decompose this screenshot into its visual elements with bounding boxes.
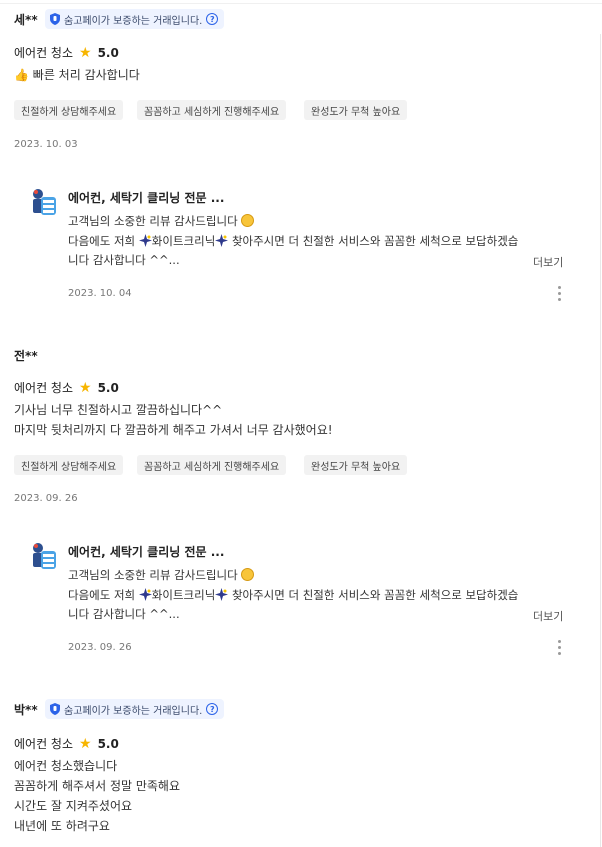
sparkle-icon [215, 233, 229, 247]
sparkle-icon [215, 587, 229, 601]
reply-text: 고객님의 소중한 리뷰 감사드립니다 다음에도 저희 화이트크리닉 찾아주시면 … [68, 566, 564, 625]
more-link[interactable]: 더보기 [533, 254, 563, 270]
reply-author: 에어컨, 세탁기 클리닝 전문 ... [68, 191, 225, 205]
payment-guarantee-badge[interactable]: 숨고페이가 보증하는 거래입니다. ? [45, 699, 225, 719]
more-link[interactable]: 더보기 [533, 608, 563, 624]
review-date: 2023. 09. 26 [14, 493, 78, 504]
reply-line: 니다 감사합니다 ^^... [68, 253, 180, 267]
review-text: 👍 빠른 처리 감사합니다 [14, 65, 140, 85]
review-tag: 꼼꼼하고 세심하게 진행해주세요 [137, 100, 287, 120]
badge-text: 숨고페이가 보증하는 거래입니다. [64, 15, 203, 27]
help-circle-icon[interactable]: ? [206, 703, 219, 715]
service-name: 에어컨 청소 [14, 46, 74, 60]
review-tag: 친절하게 상담해주세요 [14, 100, 124, 120]
smile-emoji-icon [241, 214, 255, 227]
avatar-logo [33, 543, 56, 569]
review-line: 마지막 뒷처리까지 다 깔끔하게 해주고 가셔서 너무 감사했어요! [14, 423, 333, 437]
smile-emoji-icon [241, 568, 255, 581]
service-name: 에어컨 청소 [14, 381, 74, 395]
reply-line: 화이트크리닉 [151, 587, 216, 602]
shield-icon [50, 703, 60, 715]
reply-line: 화이트크리닉 [151, 233, 216, 248]
review-line: 꼼꼼하게 해주셔서 정말 만족해요 [14, 779, 181, 793]
service-name: 에어컨 청소 [14, 737, 74, 751]
star-icon: ★ [79, 735, 92, 752]
review-line: 에어컨 청소했습니다 [14, 759, 118, 773]
reply-line: 다음에도 저희 [68, 233, 136, 248]
reply-line: 찾아주시면 더 친절한 서비스와 꼼꼼한 세척으로 보답하겠습 [231, 587, 519, 602]
review-author: 박** [14, 703, 38, 717]
rating-score: 5.0 [97, 45, 119, 60]
more-vertical-icon[interactable] [557, 286, 561, 301]
review-tag: 완성도가 무척 높아요 [304, 100, 408, 120]
reply-line: 찾아주시면 더 친절한 서비스와 꼼꼼한 세척으로 보답하겠습 [231, 233, 519, 248]
reply-line: 고객님의 소중한 리뷰 감사드립니다 [68, 214, 238, 228]
review-tag: 완성도가 무척 높아요 [304, 455, 408, 475]
top-divider [0, 0, 602, 4]
help-circle-icon[interactable]: ? [206, 13, 219, 25]
reply-line: 다음에도 저희 [68, 587, 136, 602]
reply-line: 니다 감사합니다 ^^... [68, 607, 180, 621]
rating-score: 5.0 [97, 380, 119, 395]
review-author: 세** [14, 13, 38, 27]
review-line: 내년에 또 하려구요 [14, 819, 110, 833]
sparkle-icon [138, 587, 152, 601]
sparkle-icon [138, 233, 152, 247]
reply-date: 2023. 10. 04 [68, 288, 132, 299]
review-date: 2023. 10. 03 [14, 139, 78, 150]
review-service-rating: 에어컨 청소 ★ 5.0 [14, 44, 119, 61]
review-line: 시간도 잘 지켜주셨어요 [14, 799, 133, 813]
reply-text: 고객님의 소중한 리뷰 감사드립니다 다음에도 저희 화이트크리닉 찾아주시면 … [68, 212, 564, 271]
reply-date: 2023. 09. 26 [68, 642, 132, 653]
reply-line: 고객님의 소중한 리뷰 감사드립니다 [68, 568, 238, 582]
review-service-rating: 에어컨 청소 ★ 5.0 [14, 379, 119, 396]
more-vertical-icon[interactable] [557, 640, 561, 655]
right-divider [600, 34, 601, 847]
review-author: 전** [14, 349, 38, 363]
review-service-rating: 에어컨 청소 ★ 5.0 [14, 735, 119, 752]
badge-text: 숨고페이가 보증하는 거래입니다. [64, 705, 203, 717]
review-text: 기사님 너무 친절하시고 깔끔하십니다^^ 마지막 뒷처리까지 다 깔끔하게 해… [14, 400, 333, 440]
shield-icon [50, 13, 60, 25]
star-icon: ★ [79, 44, 92, 61]
rating-score: 5.0 [97, 736, 119, 751]
star-icon: ★ [79, 379, 92, 396]
payment-guarantee-badge[interactable]: 숨고페이가 보증하는 거래입니다. ? [45, 9, 225, 29]
review-line: 빠른 처리 감사합니다 [32, 68, 140, 82]
review-tag: 친절하게 상담해주세요 [14, 455, 124, 475]
avatar-logo [33, 189, 56, 215]
thumbs-up-icon: 👍 [14, 68, 29, 82]
review-text: 에어컨 청소했습니다 꼼꼼하게 해주셔서 정말 만족해요 시간도 잘 지켜주셨어… [14, 756, 180, 836]
reply-author: 에어컨, 세탁기 클리닝 전문 ... [68, 545, 225, 559]
review-line: 기사님 너무 친절하시고 깔끔하십니다^^ [14, 403, 223, 417]
review-tag: 꼼꼼하고 세심하게 진행해주세요 [137, 455, 287, 475]
